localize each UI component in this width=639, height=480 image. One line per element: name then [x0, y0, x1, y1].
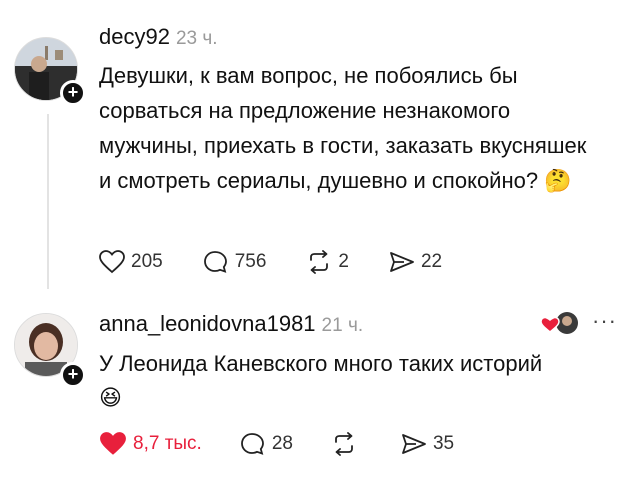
share-button[interactable]: 22 — [389, 250, 442, 274]
post-header: decy92 23 ч. — [99, 24, 218, 50]
like-count: 205 — [131, 251, 163, 272]
follow-plus-icon[interactable]: + — [60, 80, 86, 106]
laughing-emoji: 😆 — [99, 385, 122, 410]
more-options-icon[interactable]: ··· — [592, 308, 617, 334]
comment-icon — [203, 251, 227, 273]
share-button[interactable]: 35 — [401, 432, 454, 456]
post-text-body: Девушки, к вам вопрос, не побоялись бы с… — [99, 63, 587, 193]
reply-text: У Леонида Каневского много таких историй… — [99, 346, 629, 415]
thread-line — [47, 114, 49, 289]
follow-plus-icon[interactable]: + — [60, 362, 86, 388]
comment-count: 756 — [234, 251, 267, 272]
author-heart-icon — [540, 312, 578, 334]
repost-count: 2 — [338, 251, 349, 272]
send-icon — [402, 434, 426, 454]
post-time: 23 ч. — [175, 28, 218, 49]
send-icon — [390, 252, 414, 272]
share-count: 22 — [420, 251, 443, 272]
thinking-emoji: 🤔 — [544, 168, 572, 193]
heart-icon — [99, 250, 125, 274]
reply-text-body: У Леонида Каневского много таких историй — [99, 351, 543, 376]
post-text: Девушки, к вам вопрос, не побоялись бы с… — [99, 58, 599, 198]
author-liked-badge — [540, 310, 580, 338]
reply-actions: 8,7 тыс. 28 35 — [99, 431, 454, 457]
reply-username[interactable]: anna_leonidovna1981 — [99, 311, 316, 336]
repost-icon — [310, 250, 329, 274]
like-button[interactable]: 8,7 тыс. — [99, 431, 202, 457]
reply-time: 21 ч. — [321, 315, 364, 336]
like-button[interactable]: 205 — [99, 250, 163, 274]
comment-button[interactable]: 28 — [240, 432, 293, 456]
repost-button[interactable] — [331, 432, 357, 456]
comment-count: 28 — [271, 433, 293, 454]
heart-filled-icon — [100, 432, 126, 455]
repost-icon — [335, 432, 353, 456]
comment-button[interactable]: 756 — [203, 250, 267, 274]
post-actions: 205 756 2 22 — [99, 250, 442, 274]
reply-header: anna_leonidovna1981 21 ч. — [99, 311, 363, 337]
comment-icon — [240, 433, 264, 455]
share-count: 35 — [432, 433, 455, 454]
like-count: 8,7 тыс. — [133, 433, 202, 454]
post-username[interactable]: decy92 — [99, 24, 170, 49]
repost-button[interactable]: 2 — [306, 250, 349, 274]
